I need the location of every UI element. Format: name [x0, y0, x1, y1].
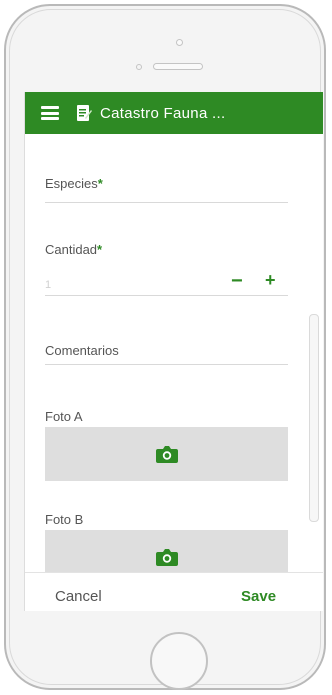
especies-field[interactable]: Especies* [45, 176, 288, 203]
cantidad-input[interactable]: 1 [45, 279, 51, 291]
camera-icon [155, 446, 178, 463]
comentarios-underline [45, 364, 288, 365]
foto-b-field: Foto B [45, 512, 288, 584]
proximity-sensor [136, 64, 142, 70]
earpiece-speaker [153, 63, 203, 70]
front-camera [176, 39, 183, 46]
foto-a-field: Foto A [45, 409, 288, 481]
foto-a-button[interactable] [45, 427, 288, 481]
edit-document-icon [77, 105, 92, 121]
cancel-button[interactable]: Cancel [55, 588, 102, 605]
foto-a-label: Foto A [45, 409, 83, 424]
camera-icon [155, 549, 178, 566]
cantidad-label: Cantidad* [45, 242, 103, 257]
especies-label: Especies* [45, 176, 103, 191]
especies-underline [45, 202, 288, 203]
home-button[interactable] [150, 632, 208, 690]
decrement-button[interactable]: − [231, 270, 243, 293]
form-footer: Cancel Save [25, 572, 323, 611]
cantidad-field: Cantidad* 1 − + [45, 242, 288, 296]
increment-button[interactable]: + [265, 270, 276, 291]
hamburger-menu-icon[interactable] [41, 106, 59, 120]
app-screen: Catastro Fauna ... Especies* Cantidad* 1… [24, 92, 323, 611]
app-bar: Catastro Fauna ... [25, 92, 323, 134]
foto-b-label: Foto B [45, 512, 84, 527]
app-title: Catastro Fauna ... [100, 104, 226, 122]
comentarios-label: Comentarios [45, 343, 119, 358]
scrollbar-thumb[interactable] [309, 314, 319, 522]
comentarios-field[interactable]: Comentarios [45, 343, 288, 365]
save-button[interactable]: Save [241, 588, 276, 605]
cantidad-underline [45, 295, 288, 296]
